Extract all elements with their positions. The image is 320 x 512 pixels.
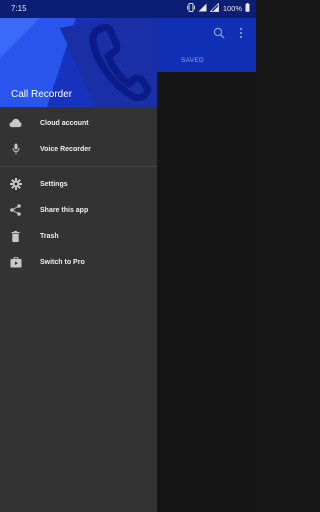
menu-label: Settings	[40, 180, 68, 188]
menu-item-settings[interactable]: Settings	[0, 171, 157, 197]
briefcase-icon	[9, 256, 22, 269]
menu-item-cloud-account[interactable]: Cloud account	[0, 110, 157, 136]
vibrate-icon	[187, 3, 195, 14]
menu-label: Cloud account	[40, 119, 89, 127]
menu-item-trash[interactable]: Trash	[0, 223, 157, 249]
menu-item-voice-recorder[interactable]: Voice Recorder	[0, 136, 157, 162]
trash-icon	[9, 230, 22, 243]
menu-label: Share this app	[40, 206, 89, 214]
share-icon	[9, 204, 22, 217]
menu-item-share-this-app[interactable]: Share this app	[0, 197, 157, 223]
menu-item-switch-to-pro[interactable]: Switch to Pro	[0, 249, 157, 275]
menu-label: Trash	[40, 232, 59, 240]
battery-percent: 100%	[222, 4, 242, 13]
menu-label: Switch to Pro	[40, 258, 85, 266]
status-time: 7:15	[11, 4, 27, 13]
wifi-icon	[198, 3, 207, 14]
drawer-header: Call Recorder	[0, 18, 157, 107]
gear-icon	[9, 178, 22, 191]
drawer-title: Call Recorder	[11, 89, 73, 100]
cloud-icon	[9, 117, 22, 130]
phone-icon	[86, 22, 152, 107]
drawer-menu-secondary: Settings Share this app Trash Switch to …	[0, 171, 157, 275]
drawer-menu: Cloud account Voice Recorder	[0, 110, 157, 162]
signal-icon	[209, 2, 219, 14]
search-icon[interactable]	[213, 26, 225, 44]
battery-icon	[245, 3, 250, 14]
tab-saved[interactable]: SAVED	[181, 57, 204, 64]
microphone-icon	[9, 143, 22, 156]
status-bar: 7:15 100%	[0, 0, 256, 18]
overflow-menu-icon[interactable]	[238, 26, 244, 44]
drawer-divider	[0, 166, 157, 167]
navigation-drawer: Call Recorder Cloud account Voice Record…	[0, 18, 157, 512]
menu-label: Voice Recorder	[40, 145, 91, 153]
